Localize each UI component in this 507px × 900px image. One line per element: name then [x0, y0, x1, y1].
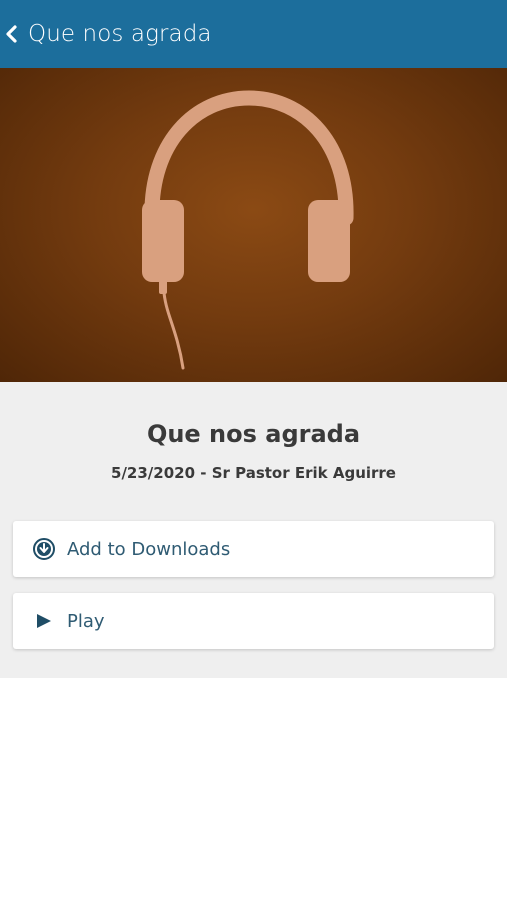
download-circle-icon [33, 538, 55, 560]
add-to-downloads-label: Add to Downloads [67, 538, 231, 560]
play-icon [33, 610, 55, 632]
headphones-icon [142, 90, 354, 370]
episode-info: Que nos agrada 5/23/2020 - Sr Pastor Eri… [0, 382, 507, 678]
back-button[interactable]: Que nos agrada [0, 0, 212, 68]
episode-meta: 5/23/2020 - Sr Pastor Erik Aguirre [111, 464, 396, 482]
page-title: Que nos agrada [28, 21, 212, 47]
play-label: Play [67, 610, 105, 632]
play-button[interactable]: Play [13, 593, 494, 649]
top-bar: Que nos agrada [0, 0, 507, 68]
chevron-left-icon [6, 25, 17, 43]
episode-artwork [0, 68, 507, 382]
add-to-downloads-button[interactable]: Add to Downloads [13, 521, 494, 577]
episode-title: Que nos agrada [146, 420, 361, 448]
